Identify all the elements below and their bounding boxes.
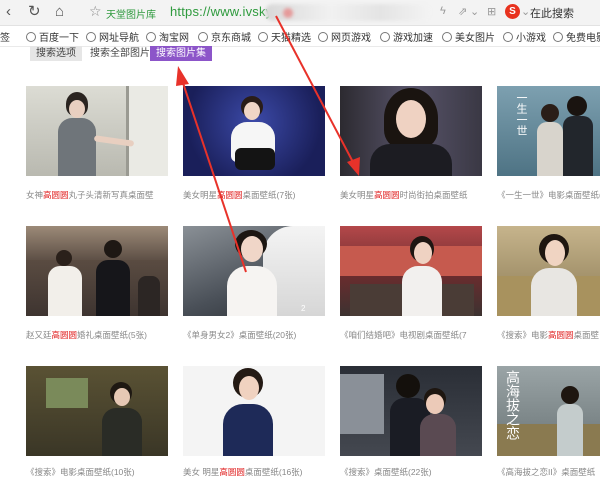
image-thumbnail[interactable] xyxy=(183,86,325,176)
chevron-down-icon[interactable]: ⌄ xyxy=(521,5,530,18)
image-caption[interactable]: 赵又廷高圆圆婚礼桌面壁纸(5张) xyxy=(26,329,147,341)
search-gallery-button[interactable]: 搜索图片集 xyxy=(150,46,212,61)
bookmarks-bar: 签 百度一下 网址导航 淘宝网 京东商城 天猫精选 网页游戏 游戏加速 美女图片… xyxy=(0,26,600,47)
image-caption[interactable]: 《搜索》桌面壁纸(22张) xyxy=(340,466,432,478)
chevron-down-icon[interactable]: ⌄ xyxy=(470,5,479,18)
globe-icon xyxy=(258,32,268,42)
image-thumbnail[interactable] xyxy=(26,366,168,456)
image-thumbnail[interactable] xyxy=(26,226,168,316)
poster-title: 高海拔之恋 xyxy=(505,370,521,440)
image-thumbnail[interactable] xyxy=(340,226,482,316)
blurred-url-mark xyxy=(283,8,293,18)
globe-icon xyxy=(442,32,452,42)
arrow-left-icon[interactable]: ‹ xyxy=(6,3,11,21)
globe-icon xyxy=(146,32,156,42)
image-thumbnail[interactable]: 2 xyxy=(183,226,325,316)
search-input[interactable]: 在此搜索 xyxy=(530,5,574,21)
image-thumbnail[interactable]: 高海拔之恋 xyxy=(497,366,600,456)
search-options-button[interactable]: 搜索选项 xyxy=(30,46,82,61)
image-caption[interactable]: 《搜索》电影高圆圆桌面壁 xyxy=(497,329,599,341)
home-icon[interactable]: ⌂ xyxy=(55,3,64,21)
image-thumbnail[interactable] xyxy=(497,226,600,316)
image-caption[interactable]: 《单身男女2》桌面壁纸(20张) xyxy=(183,329,296,341)
bookmark-item[interactable]: 美女图片 xyxy=(442,29,495,44)
image-caption[interactable]: 《一生一世》电影桌面壁纸( xyxy=(497,189,600,201)
thumbnail-overlay-number: 2 xyxy=(301,304,306,313)
image-thumbnail[interactable]: 一生一世 xyxy=(497,86,600,176)
globe-icon xyxy=(318,32,328,42)
image-thumbnail[interactable] xyxy=(340,366,482,456)
bookmark-item[interactable]: 百度一下 xyxy=(26,29,79,44)
image-thumbnail[interactable] xyxy=(340,86,482,176)
bookmark-item[interactable]: 签 xyxy=(0,29,10,44)
bookmark-item[interactable]: 免费电影 xyxy=(553,29,600,44)
browser-toolbar: ‹ ↻ ⌂ ☆ 天堂图片库 https://www.ivsky.c ϟ ⇗ ⌄ … xyxy=(0,0,600,26)
image-caption[interactable]: 美女明星高圆圆桌面壁纸(7张) xyxy=(183,189,295,201)
image-thumbnail[interactable] xyxy=(26,86,168,176)
globe-icon xyxy=(503,32,513,42)
image-caption[interactable]: 《搜索》电影桌面壁纸(10张) xyxy=(26,466,135,478)
bookmark-item[interactable]: 淘宝网 xyxy=(146,29,189,44)
share-icon[interactable]: ⇗ xyxy=(458,5,467,18)
image-thumbnail[interactable] xyxy=(183,366,325,456)
site-name: 天堂图片库 xyxy=(106,10,156,21)
image-caption[interactable]: 美女 明星高圆圆桌面壁纸(16张) xyxy=(183,466,303,478)
globe-icon xyxy=(26,32,36,42)
globe-icon xyxy=(380,32,390,42)
search-engine-icon[interactable]: S xyxy=(505,4,520,19)
search-filter-bar: 搜索选项 搜索全部图片 搜索图片集 xyxy=(0,46,600,62)
globe-icon xyxy=(553,32,563,42)
bookmark-item[interactable]: 京东商城 xyxy=(198,29,251,44)
reload-icon[interactable]: ↻ xyxy=(28,3,41,21)
poster-title: 一生一世 xyxy=(515,92,527,136)
lightning-icon[interactable]: ϟ xyxy=(440,5,446,17)
globe-icon xyxy=(86,32,96,42)
bookmark-item[interactable]: 天猫精选 xyxy=(258,29,311,44)
bookmark-item[interactable]: 小游戏 xyxy=(503,29,546,44)
image-caption[interactable]: 美女明星高圆圆时尚街拍桌面壁纸 xyxy=(340,189,468,201)
grid-icon[interactable]: ⊞ xyxy=(487,5,496,18)
star-icon[interactable]: ☆ xyxy=(89,3,102,20)
image-caption[interactable]: 《咱们结婚吧》电视剧桌面壁纸(7 xyxy=(340,329,467,341)
bookmark-item[interactable]: 网址导航 xyxy=(86,29,139,44)
bookmark-item[interactable]: 网页游戏 xyxy=(318,29,371,44)
annotation-arrow-head xyxy=(176,66,189,86)
image-caption[interactable]: 女神高圆圆丸子头清新写真桌面壁 xyxy=(26,189,154,201)
image-caption[interactable]: 《高海拔之恋II》桌面壁纸 xyxy=(497,466,595,478)
globe-icon xyxy=(198,32,208,42)
search-all-images-button[interactable]: 搜索全部图片 xyxy=(84,46,156,61)
bookmark-item[interactable]: 游戏加速 xyxy=(380,29,433,44)
